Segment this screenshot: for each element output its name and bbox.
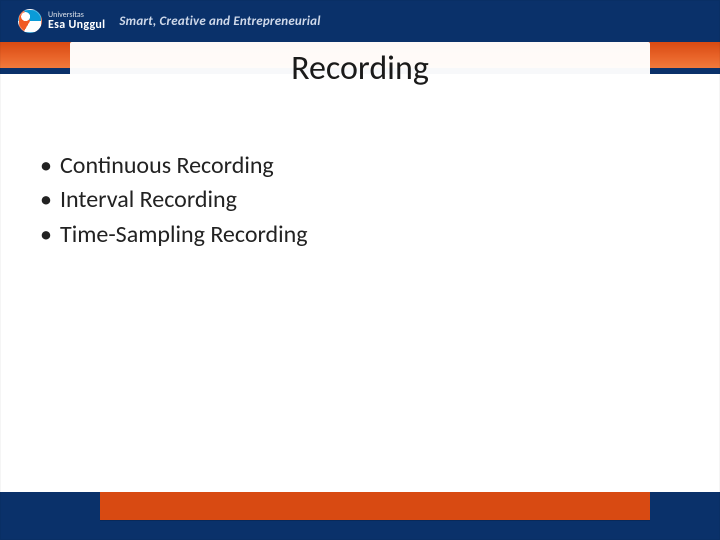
logo-text: Universitas Esa Unggul (48, 11, 105, 32)
list-item: Continuous Recording (34, 150, 660, 182)
bullet-text: Time-Sampling Recording (60, 220, 308, 249)
content-area: Continuous Recording Interval Recording … (34, 150, 660, 253)
bullet-text: Continuous Recording (60, 151, 274, 180)
slide: Universitas Esa Unggul Smart, Creative a… (0, 0, 720, 540)
slide-title: Recording (291, 48, 429, 89)
title-plate: Recording (70, 42, 650, 102)
logo-swoosh-icon (18, 9, 42, 33)
list-item: Interval Recording (34, 184, 660, 216)
list-item: Time-Sampling Recording (34, 219, 660, 251)
header-bar: Universitas Esa Unggul Smart, Creative a… (0, 0, 720, 42)
header-tagline: Smart, Creative and Entrepreneurial (119, 14, 320, 29)
university-logo: Universitas Esa Unggul (18, 9, 105, 33)
logo-big-text: Esa Unggul (48, 19, 105, 32)
footer-orange-bar (100, 492, 650, 520)
logo-small-text: Universitas (48, 11, 105, 19)
bullet-text: Interval Recording (60, 185, 237, 214)
bullet-list: Continuous Recording Interval Recording … (34, 150, 660, 251)
